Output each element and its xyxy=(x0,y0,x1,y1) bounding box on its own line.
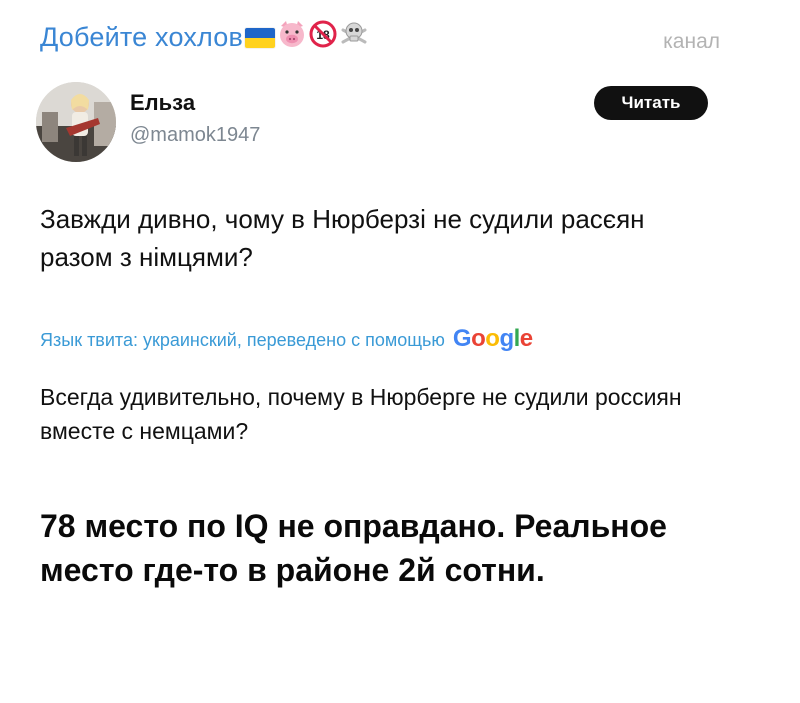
skull-crossbones-icon xyxy=(339,20,369,55)
channel-title[interactable]: Добейте хохлов 18 xyxy=(40,20,369,55)
translated-text: Всегда удивительно, почему в Нюрберге не… xyxy=(40,384,682,444)
flag-ukraine-icon xyxy=(245,27,276,48)
translation-note[interactable]: Язык твита: украинский, переведено с пом… xyxy=(40,325,533,353)
channel-title-text: Добейте хохлов xyxy=(40,22,244,52)
channel-type-label: канал xyxy=(663,30,720,53)
avatar[interactable] xyxy=(36,82,116,162)
author-handle[interactable]: @mamok1947 xyxy=(130,124,260,147)
read-button[interactable]: Читать xyxy=(594,86,708,120)
translation-note-text: Язык твита: украинский, переведено с пом… xyxy=(40,330,445,350)
caption-text: 78 место по IQ не оправдано. Реальное ме… xyxy=(40,508,667,588)
no-under-18-icon: 18 xyxy=(309,20,337,55)
google-logo: Google xyxy=(453,325,533,353)
pig-face-icon xyxy=(277,20,307,55)
tweet-text: Завжди дивно, чому в Нюрберзі не судили … xyxy=(40,204,645,272)
google-logo-text: Google xyxy=(452,325,533,352)
author-name[interactable]: Ельза xyxy=(130,90,195,116)
